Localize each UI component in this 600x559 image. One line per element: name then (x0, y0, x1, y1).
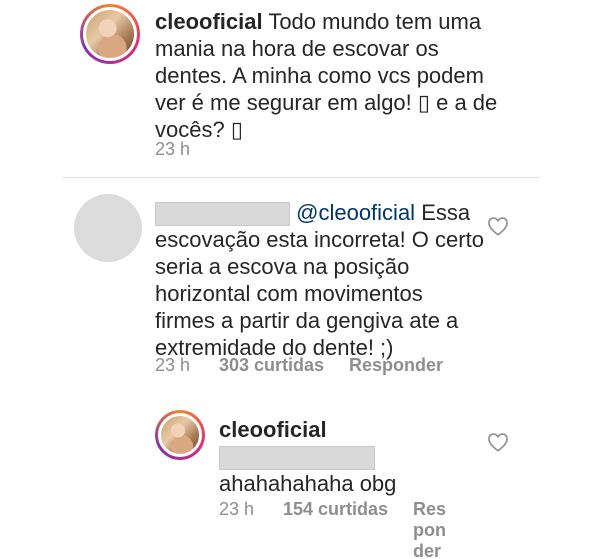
post-username[interactable]: cleooficial (155, 9, 263, 34)
reply-time[interactable]: 23 h (219, 499, 254, 520)
commenter-avatar[interactable] (74, 194, 142, 262)
caption-line-1: Todo mundo tem uma (268, 9, 482, 34)
divider (62, 177, 540, 178)
reply-button-line-2: pon (413, 520, 446, 540)
comment-line-3: seria a escova na posição (155, 254, 410, 280)
redacted-username (155, 202, 290, 227)
comment-line-1: Essa (421, 200, 471, 225)
reply-avatar-photo (158, 413, 202, 457)
comment-line-2: escovação esta incorreta! O certo (155, 227, 484, 253)
comment-time[interactable]: 23 h (155, 355, 190, 376)
caption-line-3: dentes. A minha como vcs podem (155, 63, 484, 88)
comment-like-heart-icon[interactable] (487, 216, 509, 236)
comment-body: @cleooficial Essa escovação esta incorre… (155, 199, 485, 361)
reply-likes[interactable]: 154 curtidas (283, 499, 388, 520)
comment-reply-button[interactable]: Responder (349, 355, 443, 376)
comment-line-4: horizontal com movimentos (155, 281, 423, 307)
comment-likes[interactable]: 303 curtidas (219, 355, 324, 376)
reply-button-line-3: der (413, 541, 442, 559)
post-caption: cleooficial Todo mundo tem uma mania na … (155, 8, 535, 143)
reply-text: ahahahahaha obg (219, 471, 397, 497)
reply-button-line-1: Res (413, 499, 447, 519)
reply-reply-button[interactable]: Res pon der (413, 499, 446, 559)
post-time[interactable]: 23 h (155, 139, 190, 160)
reply-like-heart-icon[interactable] (487, 432, 509, 452)
comment-meta: 23 h 303 curtidas Responder (155, 355, 485, 377)
redacted-mention (219, 446, 375, 471)
mention-link[interactable]: @cleooficial (296, 200, 415, 225)
caption-line-4: ver é me segurar em algo! ▯ e a de (155, 90, 498, 115)
caption-line-2: mania na hora de escovar os (155, 36, 439, 61)
reply-username[interactable]: cleooficial (219, 417, 327, 442)
reply-body: cleooficial ahahahahaha obg (219, 416, 479, 497)
avatar-photo (83, 7, 137, 61)
comment-line-5: firmes a partir da gengiva ate a (155, 308, 459, 334)
reply-meta: 23 h 154 curtidas Res pon der (219, 499, 479, 559)
post-author-avatar[interactable] (80, 4, 140, 64)
reply-author-avatar[interactable] (155, 410, 205, 460)
